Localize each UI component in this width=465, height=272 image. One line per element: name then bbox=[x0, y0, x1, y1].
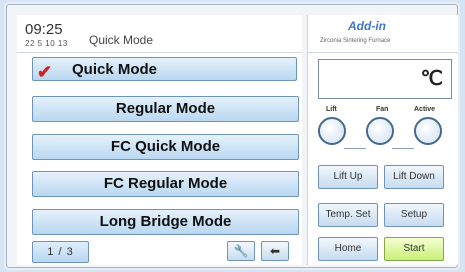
setup-button[interactable]: Setup bbox=[384, 203, 444, 227]
check-icon: ✔ bbox=[37, 62, 53, 82]
fan-indicator-label: Fan bbox=[376, 106, 389, 113]
long-bridge-mode-button[interactable]: Long Bridge Mode bbox=[32, 209, 299, 235]
brand-subtitle: Zirconia Sintering Furnace bbox=[320, 38, 391, 44]
page-indicator: 1 / 3 bbox=[32, 241, 89, 263]
indicator-connector bbox=[344, 148, 366, 149]
quick-mode-button[interactable]: ✔ Quick Mode bbox=[32, 57, 297, 82]
regular-mode-button[interactable]: Regular Mode bbox=[32, 96, 299, 122]
brand-logo: Add-in bbox=[348, 19, 386, 33]
temp-set-button[interactable]: Temp. Set bbox=[318, 203, 378, 227]
control-panel: Add-in Zirconia Sintering Furnace ℃ Lift… bbox=[307, 15, 458, 265]
device-screen: 09:25 22 5 10 13 Quick Mode ✔ Quick Mode… bbox=[6, 4, 458, 268]
clock-date: 22 5 10 13 bbox=[25, 39, 68, 48]
indicator-connector bbox=[392, 148, 414, 149]
active-indicator-light bbox=[414, 117, 442, 145]
active-indicator-label: Active bbox=[414, 106, 436, 113]
fc-quick-mode-button[interactable]: FC Quick Mode bbox=[32, 134, 299, 160]
mode-label: Long Bridge Mode bbox=[99, 213, 232, 230]
mode-panel: 09:25 22 5 10 13 Quick Mode ✔ Quick Mode… bbox=[17, 15, 302, 265]
fan-indicator-light bbox=[366, 117, 394, 145]
lift-up-button[interactable]: Lift Up bbox=[318, 165, 378, 189]
home-button[interactable]: Home bbox=[318, 237, 378, 261]
lift-indicator-light bbox=[318, 117, 346, 145]
mode-label: Regular Mode bbox=[115, 100, 216, 117]
lift-down-button[interactable]: Lift Down bbox=[384, 165, 444, 189]
lift-indicator-label: Lift bbox=[326, 106, 337, 113]
mode-label: Quick Mode bbox=[72, 61, 158, 78]
wrench-icon[interactable]: 🔧 bbox=[227, 241, 255, 261]
header-divider bbox=[308, 52, 458, 53]
fc-regular-mode-button[interactable]: FC Regular Mode bbox=[32, 171, 299, 197]
header-divider bbox=[17, 52, 302, 53]
back-arrow-icon[interactable]: ⬅ bbox=[261, 241, 289, 261]
temperature-display: ℃ bbox=[318, 59, 452, 99]
temperature-unit: ℃ bbox=[420, 68, 443, 90]
start-button[interactable]: Start bbox=[384, 237, 444, 261]
clock-time: 09:25 bbox=[25, 21, 63, 38]
current-mode-label: Quick Mode bbox=[89, 33, 154, 47]
mode-label: FC Regular Mode bbox=[103, 175, 228, 192]
mode-label: FC Quick Mode bbox=[110, 138, 221, 155]
